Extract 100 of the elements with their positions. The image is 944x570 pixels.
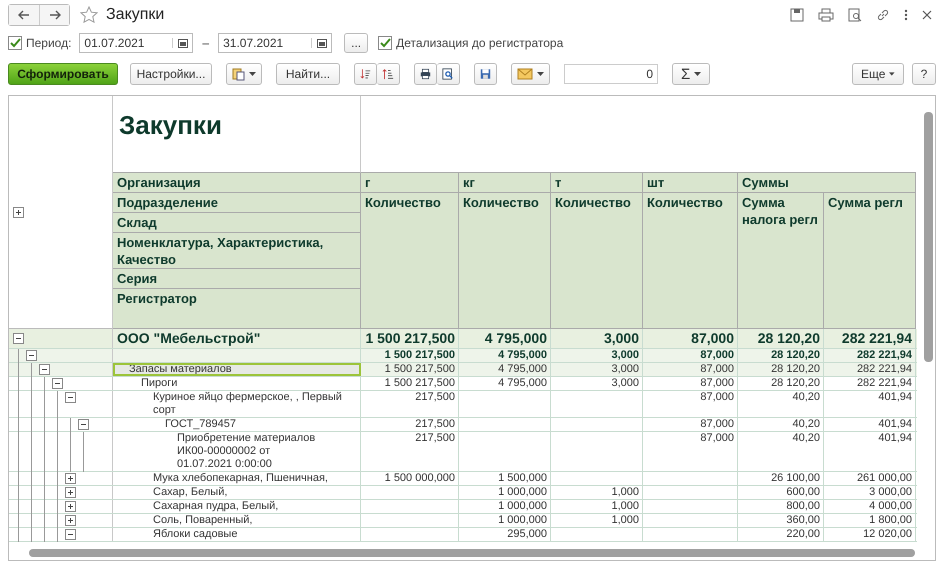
caret-icon [889, 72, 895, 76]
table-cell: 1 500 217,500 [384, 363, 455, 375]
expand-toggle[interactable] [65, 501, 76, 512]
table-cell: 1 800,00 [869, 514, 912, 526]
expand-toggle[interactable] [26, 350, 37, 361]
table-cell: 3,000 [611, 363, 639, 375]
calendar-icon[interactable] [311, 38, 328, 48]
table-cell: 1 000,000 [498, 486, 547, 498]
link-icon[interactable] [876, 8, 890, 22]
row-label: ГОСТ_789457 [165, 418, 236, 430]
more-button[interactable]: Еще [852, 63, 904, 85]
mail-dropdown-button[interactable] [511, 63, 550, 85]
expand-toggle[interactable] [39, 364, 50, 375]
save-button[interactable] [474, 63, 497, 85]
period-select-button[interactable]: ... [344, 33, 368, 53]
expand-toggle[interactable] [65, 392, 76, 403]
dimension-header: Подразделение [113, 193, 361, 213]
preview-icon [442, 67, 454, 81]
expand-toggle[interactable] [65, 487, 76, 498]
row-label: Соль, Поваренный, [153, 514, 252, 526]
copy-dropdown-button[interactable] [226, 63, 262, 85]
print-icon[interactable] [818, 8, 834, 22]
generate-button[interactable]: Сформировать [8, 63, 118, 85]
column-header: Сумма регл [824, 193, 916, 329]
table-cell: 28 120,20 [771, 349, 820, 361]
dash-separator: – [202, 36, 210, 50]
dimension-header: Регистратор [113, 289, 361, 329]
table-cell: 1 000,000 [498, 500, 547, 512]
expand-toggle[interactable] [13, 206, 24, 218]
column-header: Количество [361, 193, 459, 329]
column-group-header: т [551, 173, 643, 193]
table-cell: 295,000 [507, 528, 547, 540]
table-cell: 26 100,00 [771, 472, 820, 484]
table-cell: 28 120,20 [771, 377, 820, 389]
more-icon[interactable] [904, 8, 908, 22]
settings-button[interactable]: Настройки... [130, 63, 212, 85]
row-label: Пироги [141, 377, 178, 389]
table-cell: 1,000 [611, 500, 639, 512]
expand-toggle[interactable] [13, 333, 24, 344]
back-button[interactable] [9, 5, 39, 25]
table-cell: 4 000,00 [869, 500, 912, 512]
table-cell: 4 795,000 [484, 330, 547, 346]
table-cell: 600,00 [786, 486, 820, 498]
dimension-header: Номенклатура, Характеристика, Качество [113, 233, 361, 269]
expand-toggle[interactable] [78, 419, 89, 430]
column-group-header: Суммы [738, 173, 916, 193]
sort-ascending-button[interactable] [377, 63, 400, 85]
table-cell: 3,000 [604, 330, 639, 346]
table-cell: 800,00 [786, 500, 820, 512]
preview-icon[interactable] [848, 8, 862, 22]
save-icon [480, 67, 491, 81]
table-cell: 87,000 [700, 349, 734, 361]
table-cell: 220,00 [786, 528, 820, 540]
detail-label: Детализация до регистратора [396, 36, 564, 50]
row-label: Сахар, Белый, [153, 486, 228, 498]
sort-ascending-icon [382, 67, 394, 81]
date-to-field[interactable]: 31.07.2021 [218, 33, 332, 53]
table-cell: 217,500 [415, 432, 455, 444]
arrow-left-icon [18, 10, 30, 20]
table-cell: 3,000 [611, 377, 639, 389]
table-cell: 401,94 [878, 391, 912, 403]
row-label: ООО "Мебельстрой" [117, 330, 260, 346]
print-button[interactable] [414, 63, 437, 85]
find-button[interactable]: Найти... [276, 63, 340, 85]
help-button[interactable]: ? [912, 63, 936, 85]
table-cell: 1 500 217,500 [384, 349, 455, 361]
column-header: Количество [459, 193, 551, 329]
star-icon[interactable] [80, 6, 98, 24]
table-cell: 28 120,20 [771, 363, 820, 375]
caret-icon [694, 72, 702, 76]
sort-descending-icon [360, 67, 371, 81]
table-cell: 1 500 000,000 [384, 472, 455, 484]
forward-button[interactable] [39, 5, 69, 25]
save-icon[interactable] [790, 8, 804, 22]
row-label: Яблоки садовые [153, 528, 238, 540]
detail-checkbox[interactable] [378, 36, 392, 50]
expand-toggle[interactable] [65, 515, 76, 526]
table-cell: 282 221,94 [856, 363, 912, 375]
dimension-header: Организация [113, 173, 361, 193]
table-cell: 360,00 [786, 514, 820, 526]
expand-toggle[interactable] [52, 378, 63, 389]
close-icon[interactable] [922, 10, 932, 20]
expand-toggle[interactable] [65, 473, 76, 484]
table-cell: 282 221,94 [856, 349, 912, 361]
row-label: Мука хлебопекарная, Пшеничная, [153, 472, 328, 484]
calendar-icon[interactable] [172, 38, 188, 48]
sum-dropdown-button[interactable]: Σ [672, 63, 710, 85]
number-field[interactable]: 0 [564, 64, 658, 84]
table-cell: 261 000,00 [856, 472, 912, 484]
horizontal-scrollbar[interactable] [29, 549, 915, 557]
table-cell: 1 500 217,500 [365, 330, 455, 346]
period-checkbox[interactable] [8, 36, 22, 50]
table-cell: 87,000 [700, 432, 734, 444]
preview-button[interactable] [437, 63, 460, 85]
date-from-field[interactable]: 01.07.2021 [79, 33, 194, 53]
expand-toggle[interactable] [65, 529, 76, 540]
table-cell: 1 000,000 [498, 514, 547, 526]
sort-descending-button[interactable] [354, 63, 377, 85]
period-label: Период: [26, 36, 72, 50]
row-label: Куриное яйцо фермерское, , Первый сорт [153, 391, 342, 416]
